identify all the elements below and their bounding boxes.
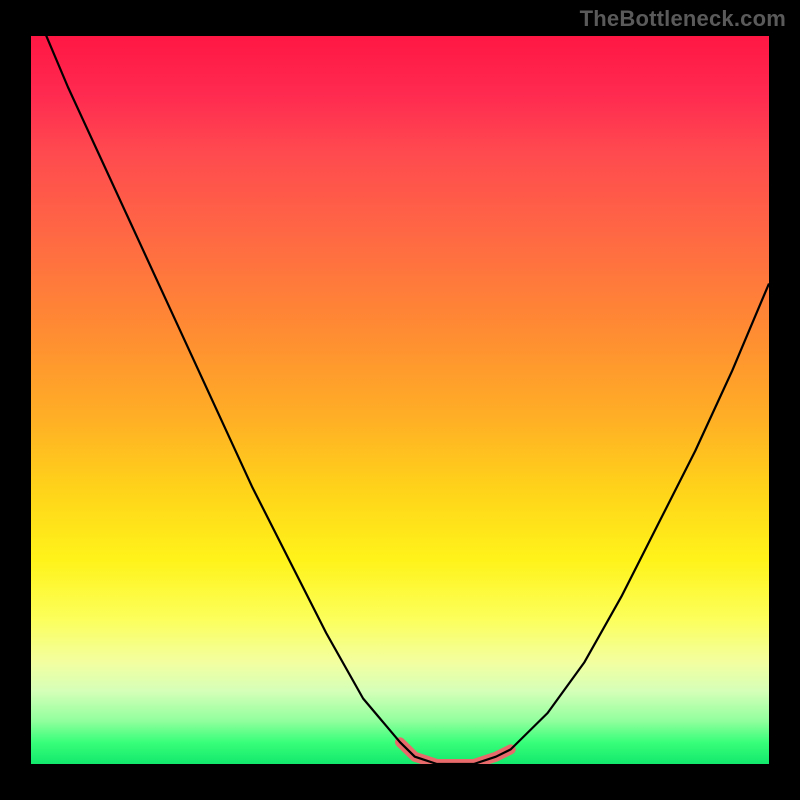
curve-layer xyxy=(31,36,769,764)
chart-frame: TheBottleneck.com xyxy=(0,0,800,800)
plot-area xyxy=(31,36,769,764)
optimal-zone-highlight xyxy=(400,742,511,764)
watermark-text: TheBottleneck.com xyxy=(580,6,786,32)
bottleneck-curve-path xyxy=(31,36,769,764)
